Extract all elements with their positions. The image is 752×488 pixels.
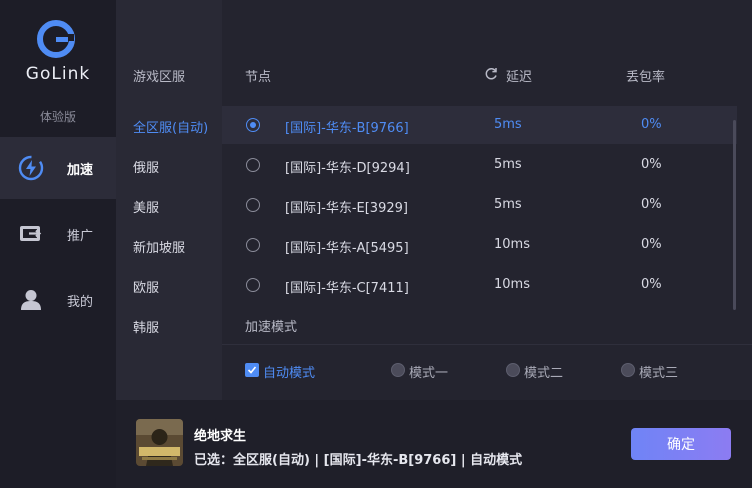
edition-label: 体验版 bbox=[39, 110, 76, 124]
node-latency: 5ms bbox=[494, 197, 522, 212]
node-latency: 10ms bbox=[494, 237, 530, 252]
node-name: [国际]-华东-A[5495] bbox=[285, 241, 409, 256]
node-latency: 10ms bbox=[494, 277, 530, 292]
nav-label-promote: 推广 bbox=[67, 228, 94, 244]
region-item-europe[interactable]: 欧服 bbox=[133, 277, 159, 296]
node-column-header: 节点 bbox=[245, 70, 272, 85]
node-name: [国际]-华东-D[9294] bbox=[285, 161, 410, 176]
mode-three-label[interactable]: 模式三 bbox=[639, 362, 678, 381]
region-item-korea[interactable]: 韩服 bbox=[133, 317, 159, 336]
node-loss: 0% bbox=[641, 197, 662, 212]
game-name: 绝地求生 bbox=[194, 429, 247, 444]
nav-label-mine: 我的 bbox=[67, 294, 94, 310]
auto-mode-checkbox[interactable] bbox=[245, 363, 259, 377]
region-item-all[interactable]: 全区服(自动) bbox=[133, 117, 208, 136]
selection-summary: 已选：全区服(自动) | [国际]-华东-B[9766] | 自动模式 bbox=[194, 453, 523, 468]
nav-item-promote[interactable]: 推广 bbox=[0, 203, 116, 265]
sidebar: GoLink 体验版 加速 推广 我的 bbox=[0, 0, 116, 488]
region-item-singapore[interactable]: 新加坡服 bbox=[133, 237, 185, 256]
node-radio[interactable] bbox=[246, 238, 260, 252]
node-loss: 0% bbox=[641, 117, 662, 132]
nav-item-accelerate[interactable]: 加速 bbox=[0, 137, 116, 199]
share-icon bbox=[18, 221, 44, 247]
brand-name: GoLink bbox=[25, 64, 91, 84]
check-icon bbox=[247, 366, 257, 374]
loss-column-header: 丢包率 bbox=[626, 70, 666, 85]
app-window: GoLink 体验版 加速 推广 我的 游戏区服 全区服(自动) 俄服 美服 新… bbox=[0, 0, 752, 488]
mode-section-title: 加速模式 bbox=[245, 320, 298, 335]
mode-one-radio[interactable] bbox=[391, 363, 405, 377]
node-latency: 5ms bbox=[494, 117, 522, 132]
user-icon bbox=[18, 287, 44, 313]
game-thumbnail bbox=[136, 419, 183, 466]
node-list-scrollbar[interactable] bbox=[733, 120, 736, 310]
node-radio[interactable] bbox=[246, 118, 260, 132]
lightning-icon bbox=[18, 155, 44, 181]
region-column-header: 游戏区服 bbox=[133, 70, 186, 85]
latency-column-header[interactable]: 延迟 bbox=[506, 66, 532, 85]
mode-divider bbox=[222, 344, 752, 345]
node-loss: 0% bbox=[641, 277, 662, 292]
confirm-button[interactable]: 确定 bbox=[631, 428, 731, 460]
region-item-russia[interactable]: 俄服 bbox=[133, 157, 159, 176]
node-radio[interactable] bbox=[246, 198, 260, 212]
refresh-icon[interactable] bbox=[484, 66, 500, 82]
mode-two-label[interactable]: 模式二 bbox=[524, 362, 563, 381]
node-name: [国际]-华东-C[7411] bbox=[285, 281, 409, 296]
mode-three-radio[interactable] bbox=[621, 363, 635, 377]
node-latency: 5ms bbox=[494, 157, 522, 172]
node-loss: 0% bbox=[641, 157, 662, 172]
node-radio[interactable] bbox=[246, 158, 260, 172]
mode-one-label[interactable]: 模式一 bbox=[409, 362, 448, 381]
node-radio[interactable] bbox=[246, 278, 260, 292]
node-name: [国际]-华东-E[3929] bbox=[285, 201, 408, 216]
nav-label-accelerate: 加速 bbox=[67, 162, 94, 178]
auto-mode-label[interactable]: 自动模式 bbox=[263, 362, 315, 381]
node-name: [国际]-华东-B[9766] bbox=[285, 121, 409, 136]
region-item-us[interactable]: 美服 bbox=[133, 197, 159, 216]
golink-logo-icon bbox=[37, 20, 75, 58]
mode-two-radio[interactable] bbox=[506, 363, 520, 377]
node-loss: 0% bbox=[641, 237, 662, 252]
region-panel bbox=[116, 0, 222, 400]
nav-item-mine[interactable]: 我的 bbox=[0, 269, 116, 331]
